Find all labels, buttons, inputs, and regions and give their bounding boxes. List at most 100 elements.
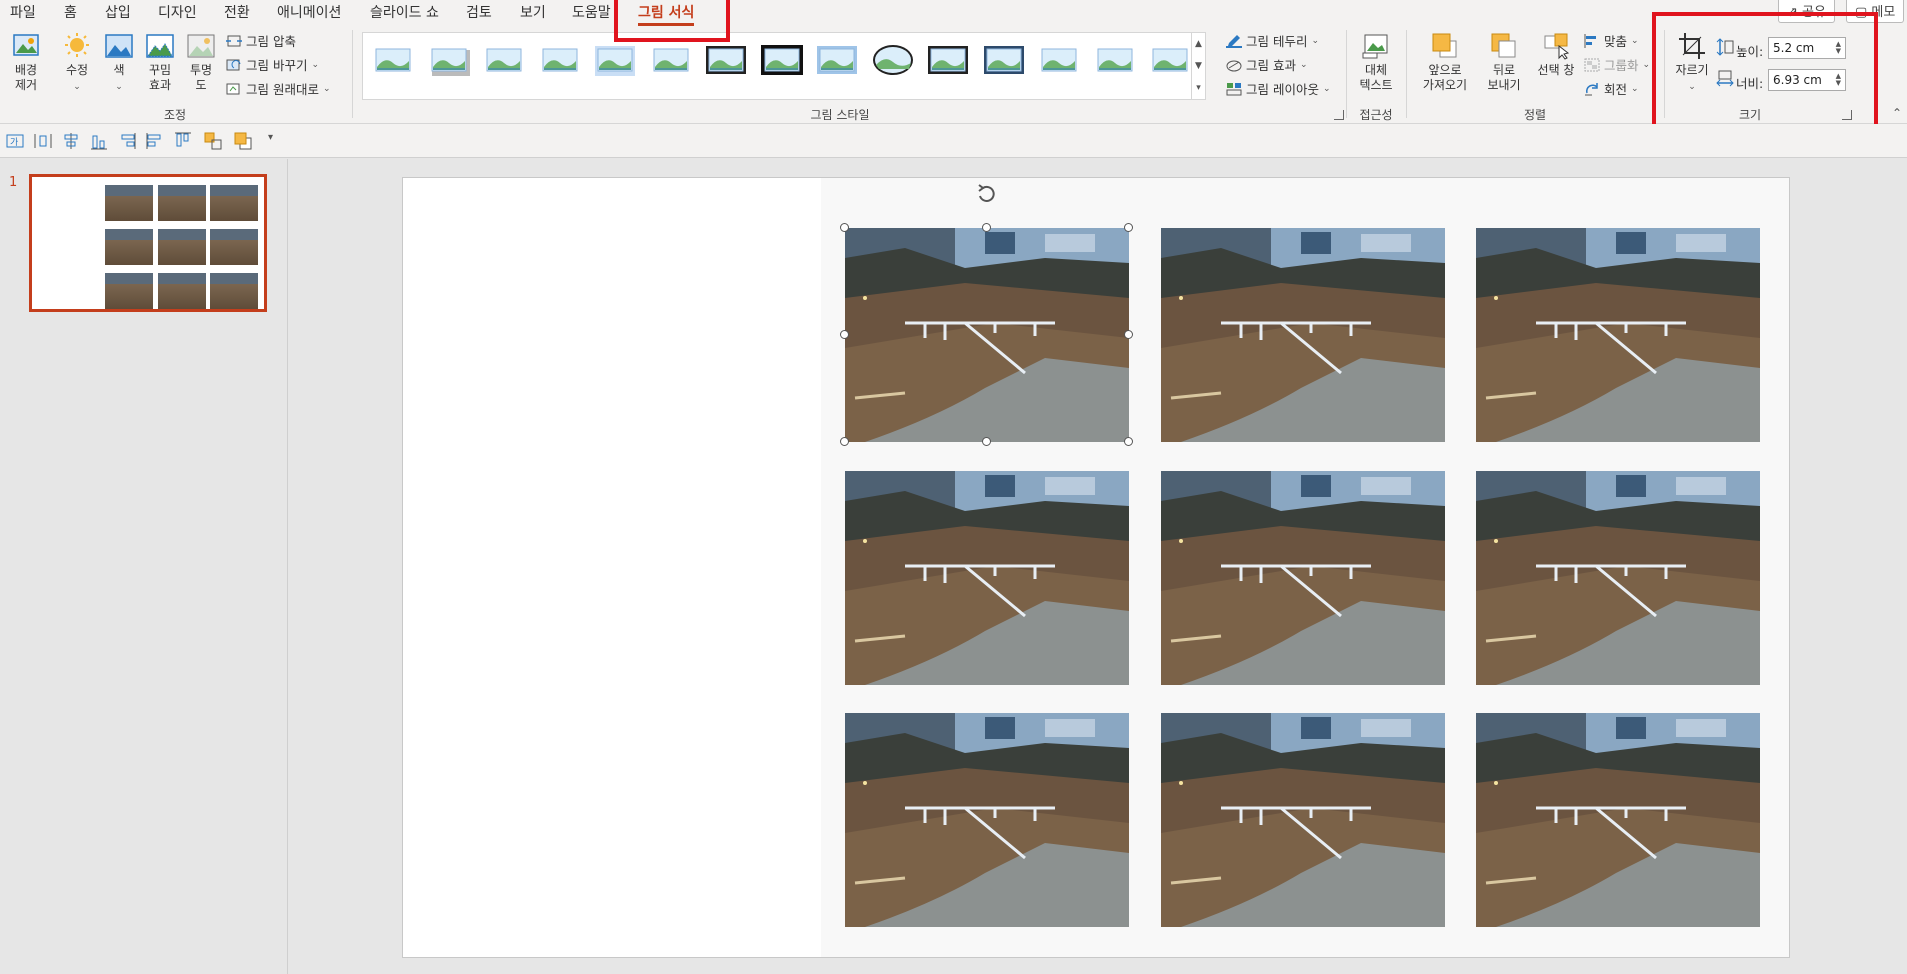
tab-animations[interactable]: 애니메이션 xyxy=(277,2,341,22)
gallery-scroll-up[interactable]: ▲ xyxy=(1191,33,1205,55)
tab-picture-format[interactable]: 그림 서식 xyxy=(638,2,695,26)
gallery-scroll-down[interactable]: ▼ xyxy=(1191,55,1205,77)
picture-style-option[interactable] xyxy=(1093,41,1137,79)
customize-toolbar-icon[interactable]: ▾ xyxy=(268,132,273,143)
group-button[interactable]: 그룹화 ⌄ xyxy=(1584,55,1650,74)
text-box-icon[interactable]: 가 xyxy=(6,132,24,150)
transparency-label: 투명 도 xyxy=(189,63,213,92)
width-input[interactable]: 6.93 cm ▲ ▼ xyxy=(1768,69,1846,91)
resize-handle[interactable] xyxy=(840,437,849,446)
resize-handle[interactable] xyxy=(1124,437,1133,446)
tab-file[interactable]: 파일 xyxy=(10,2,36,22)
collapse-ribbon-icon[interactable]: ⌃ xyxy=(1892,106,1902,120)
align-bottom-icon[interactable] xyxy=(90,132,108,150)
remove-background-button[interactable]: 배경 제거 xyxy=(8,32,44,93)
rotate-button[interactable]: 회전 ⌄ xyxy=(1584,79,1639,98)
picture-style-option[interactable] xyxy=(1148,41,1192,79)
height-spinner[interactable]: ▲ ▼ xyxy=(1836,41,1841,55)
tab-design[interactable]: 디자인 xyxy=(158,2,197,22)
align-center-icon[interactable] xyxy=(62,132,80,150)
color-button[interactable]: 색 ⌄ xyxy=(104,32,134,95)
resize-handle[interactable] xyxy=(1124,223,1133,232)
align-button[interactable]: 맞춤 ⌄ xyxy=(1584,31,1639,50)
rotate-handle-icon[interactable] xyxy=(975,182,999,206)
slide-photo[interactable] xyxy=(1161,713,1445,927)
send-backward-button[interactable]: 뒤로 보내기 xyxy=(1478,32,1530,93)
crop-label: 자르기 xyxy=(1675,63,1709,77)
comments-button[interactable]: ▢ 메모 xyxy=(1846,0,1905,23)
picture-border-label: 그림 테두리 xyxy=(1246,34,1308,49)
bring-forward-label: 앞으로 가져오기 xyxy=(1422,63,1468,92)
change-picture-label: 그림 바꾸기 xyxy=(246,58,308,73)
slide-photo[interactable] xyxy=(845,228,1129,442)
size-launcher[interactable] xyxy=(1842,110,1852,120)
picture-style-option[interactable] xyxy=(649,41,693,79)
width-value: 6.93 cm xyxy=(1773,73,1822,87)
picture-style-option[interactable] xyxy=(760,41,804,79)
picture-layout-button[interactable]: 그림 레이아웃 ⌄ xyxy=(1226,79,1331,98)
resize-handle[interactable] xyxy=(840,330,849,339)
compress-pictures-button[interactable]: 그림 압축 xyxy=(226,31,296,50)
group-objects-icon[interactable] xyxy=(204,132,222,150)
picture-border-button[interactable]: 그림 테두리 ⌄ xyxy=(1226,31,1319,50)
tab-help[interactable]: 도움말 xyxy=(572,2,611,22)
selection-pane-button[interactable]: 선택 창 xyxy=(1534,32,1578,78)
picture-style-option[interactable] xyxy=(371,41,415,79)
height-input[interactable]: 5.2 cm ▲ ▼ xyxy=(1768,37,1846,59)
align-right-icon[interactable] xyxy=(118,132,136,150)
height-icon xyxy=(1716,38,1734,56)
slide-thumbnail[interactable] xyxy=(29,174,267,312)
group-divider xyxy=(1406,30,1407,118)
picture-styles-launcher[interactable] xyxy=(1334,110,1344,120)
picture-style-option[interactable] xyxy=(593,41,637,79)
align-left-icon[interactable] xyxy=(146,132,164,150)
crop-button[interactable]: 자르기 ⌄ xyxy=(1672,32,1712,95)
picture-style-option[interactable] xyxy=(538,41,582,79)
slide-photo[interactable] xyxy=(1476,228,1760,442)
tab-transitions[interactable]: 전환 xyxy=(224,2,250,22)
height-value: 5.2 cm xyxy=(1773,41,1815,55)
bring-to-front-icon[interactable] xyxy=(234,132,252,150)
corrections-button[interactable]: 수정 ⌄ xyxy=(60,32,94,95)
picture-style-option[interactable] xyxy=(982,41,1026,79)
slide-photo[interactable] xyxy=(845,471,1129,685)
gallery-more[interactable]: ▾ xyxy=(1191,77,1205,99)
reset-picture-icon xyxy=(226,83,240,94)
bring-forward-button[interactable]: 앞으로 가져오기 xyxy=(1414,32,1476,93)
alt-text-button[interactable]: 대체 텍스트 xyxy=(1356,32,1396,93)
picture-style-option[interactable] xyxy=(427,41,471,79)
tab-review[interactable]: 검토 xyxy=(466,2,492,22)
picture-style-option[interactable] xyxy=(871,41,915,79)
transparency-button[interactable]: 투명 도 xyxy=(186,32,216,93)
picture-style-option[interactable] xyxy=(704,41,748,79)
resize-handle[interactable] xyxy=(982,223,991,232)
tab-view[interactable]: 보기 xyxy=(520,2,546,22)
change-picture-button[interactable]: 그림 바꾸기 ⌄ xyxy=(226,55,319,74)
tab-home[interactable]: 홈 xyxy=(64,2,77,22)
artistic-effects-button[interactable]: 꾸밈 효과 xyxy=(142,32,178,93)
resize-handle[interactable] xyxy=(840,223,849,232)
slide-photo[interactable] xyxy=(1476,713,1760,927)
slide-photo[interactable] xyxy=(1161,471,1445,685)
slide-photo[interactable] xyxy=(845,713,1129,927)
slide-photo[interactable] xyxy=(1476,471,1760,685)
slide-photo[interactable] xyxy=(1161,228,1445,442)
resize-handle[interactable] xyxy=(1124,330,1133,339)
picture-effects-button[interactable]: 그림 효과 ⌄ xyxy=(1226,55,1308,74)
crop-icon xyxy=(1679,33,1705,59)
picture-style-option[interactable] xyxy=(926,41,970,79)
picture-style-option[interactable] xyxy=(482,41,526,79)
tab-slideshow[interactable]: 슬라이드 쇼 xyxy=(370,2,439,22)
resize-handle[interactable] xyxy=(982,437,991,446)
width-spinner[interactable]: ▲ ▼ xyxy=(1836,73,1841,87)
reset-picture-button[interactable]: 그림 원래대로 ⌄ xyxy=(226,79,331,98)
tab-insert[interactable]: 삽입 xyxy=(105,2,131,22)
picture-style-option[interactable] xyxy=(815,41,859,79)
share-button[interactable]: ⇗ 공유 xyxy=(1778,0,1835,23)
picture-style-option[interactable] xyxy=(1037,41,1081,79)
slide-canvas[interactable] xyxy=(402,177,1790,958)
align-top-icon[interactable] xyxy=(174,132,192,150)
distribute-horizontal-icon[interactable] xyxy=(34,132,52,150)
size-group-label: 크기 xyxy=(1738,108,1762,122)
ribbon: 배경 제거 수정 ⌄ 색 ⌄ 꾸밈 효과 투명 도 그림 압축 그림 바꾸기 ⌄… xyxy=(0,26,1907,124)
